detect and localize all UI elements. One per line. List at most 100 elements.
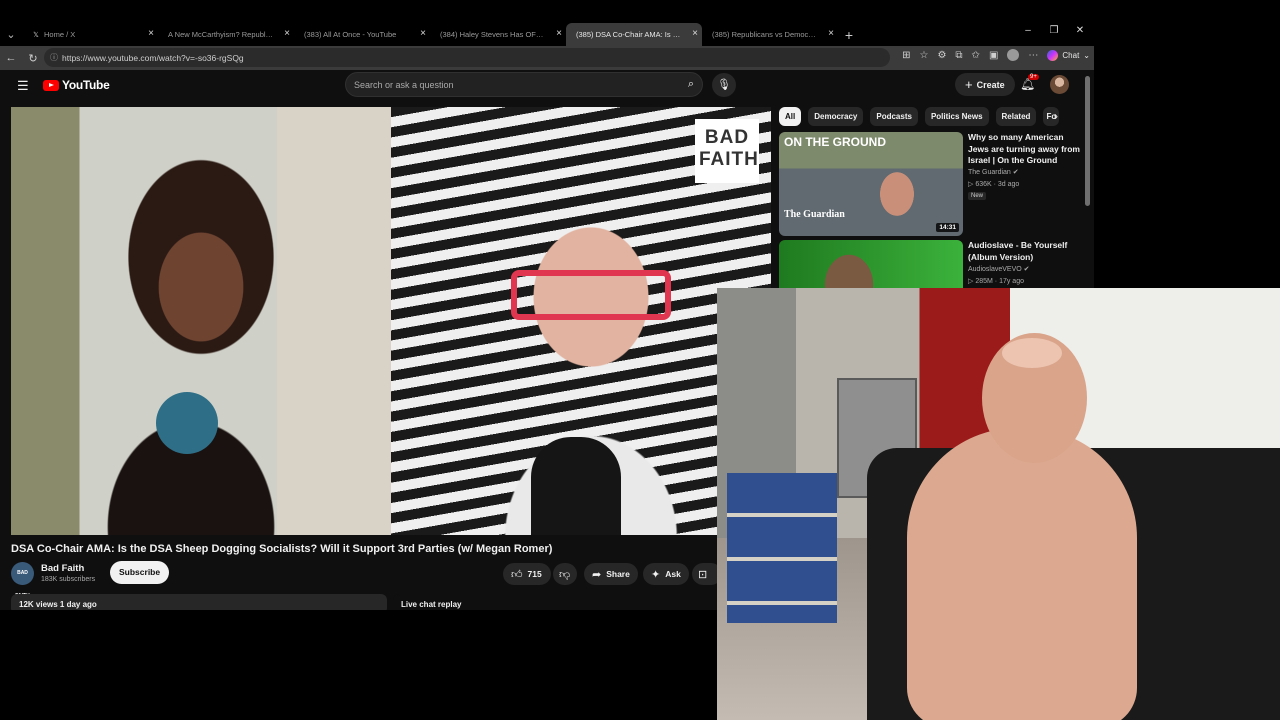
chevron-right-icon[interactable]: › [1054, 109, 1058, 123]
new-badge: New [968, 192, 987, 200]
copilot-chat-button[interactable]: Chat ⌄ [1047, 49, 1090, 61]
tab-title: Home / X [44, 30, 76, 39]
ask-button[interactable]: ✦ Ask [643, 563, 689, 585]
tab-title: (384) Haley Stevens Has OFFICIAL [440, 30, 546, 39]
tab-list-chevron-icon[interactable]: ⌄ [0, 23, 22, 46]
bookmark-icon: ⊡ [698, 568, 708, 581]
share-icon: ➦ [592, 568, 602, 581]
verified-icon: ✔ [1023, 266, 1030, 273]
reload-icon[interactable]: ↻ [22, 52, 44, 65]
url-text: https://www.youtube.com/watch?v=-so36-rg… [62, 52, 244, 63]
favorite-star-icon[interactable]: ☆ [919, 50, 928, 61]
share-label: Share [606, 569, 630, 579]
chip-podcasts[interactable]: Podcasts [870, 107, 918, 126]
account-avatar[interactable] [1050, 75, 1069, 94]
youtube-header: ☰ YouTube Search or ask a question ⌕ 🎙︎ … [0, 70, 1094, 100]
more-options-icon[interactable]: ⋯ [1028, 50, 1038, 61]
chat-label: Chat [1062, 50, 1080, 60]
tab-title: (385) Republicans vs Democrats C [712, 30, 818, 39]
bad-faith-logo: BAD FAITH [695, 119, 759, 183]
person-image [907, 428, 1137, 720]
channel-name[interactable]: Bad Faith [41, 563, 84, 574]
channel-text: AudioslaveVEVO [968, 266, 1022, 273]
new-tab-icon[interactable]: + [838, 27, 860, 43]
like-button[interactable]: 👍︎ 715 [503, 563, 551, 585]
search-placeholder: Search or ask a question [354, 79, 454, 90]
browser-tab-active[interactable]: (385) DSA Co-Chair AMA: Is the D × [566, 23, 702, 46]
menu-icon[interactable]: ☰ [17, 78, 29, 94]
create-button[interactable]: + Create [955, 73, 1015, 96]
site-info-icon[interactable]: ⓘ [50, 52, 58, 63]
recommendation-item[interactable]: ON THE GROUND The Guardian 14:31 Why so … [779, 132, 1080, 236]
recommendation-title[interactable]: Why so many American Jews are turning aw… [968, 132, 1086, 167]
video-title: DSA Co-Chair AMA: Is the DSA Sheep Doggi… [11, 543, 553, 555]
boxes-image [727, 473, 837, 623]
back-icon[interactable]: ← [0, 52, 22, 64]
meta-text: 285M · 17y ago [975, 278, 1024, 285]
close-tab-icon[interactable]: × [148, 28, 154, 39]
close-tab-icon[interactable]: × [556, 28, 562, 39]
channel-avatar[interactable]: BAD FAITH [11, 562, 34, 599]
microphone-image [531, 437, 621, 535]
youtube-logo[interactable]: YouTube [43, 78, 110, 92]
browser-toolbar: ← ↻ ⓘ https://www.youtube.com/watch?v=-s… [0, 46, 1094, 70]
tab-title: A New McCarthyism? Republicans [168, 30, 274, 39]
close-window-icon[interactable]: ✕ [1072, 25, 1088, 36]
webcam-overlay [717, 288, 1280, 720]
minimize-icon[interactable]: – [1020, 25, 1036, 36]
split-screen-icon[interactable]: ⧉ [955, 50, 962, 61]
subscribe-button[interactable]: Subscribe [110, 561, 170, 584]
dislike-button[interactable]: 👎︎ [553, 563, 577, 585]
duration-badge: 14:31 [936, 223, 959, 232]
browser-tab-bar: ⌄ 𝕏 Home / X × A New McCarthyism? Republ… [0, 23, 1094, 46]
app-available-icon[interactable]: ⊞ [902, 50, 910, 61]
close-tab-icon[interactable]: × [284, 28, 290, 39]
browser-tab[interactable]: (384) Haley Stevens Has OFFICIAL × [430, 23, 566, 46]
recommendation-title[interactable]: Audioslave - Be Yourself (Album Version) [968, 240, 1086, 263]
chip-all[interactable]: All [779, 107, 802, 126]
filter-chips: All Democracy Podcasts Politics News Rel… [779, 107, 1060, 126]
chevron-down-icon: ⌄ [1083, 50, 1090, 60]
like-count: 715 [527, 569, 542, 579]
chip-politics-news[interactable]: Politics News [924, 107, 989, 126]
browser-tab[interactable]: (383) All At Once - YouTube × [294, 23, 430, 46]
search-input[interactable]: Search or ask a question ⌕ [345, 72, 703, 97]
chip-democracy[interactable]: Democracy [808, 107, 864, 126]
meta-text: 636K · 3d ago [975, 181, 1020, 188]
play-icon: ▷ [968, 278, 974, 285]
video-player[interactable]: BAD FAITH [11, 107, 771, 535]
youtube-play-icon [43, 79, 59, 91]
tab-title: (383) All At Once - YouTube [304, 30, 397, 39]
video-thumbnail[interactable]: ON THE GROUND The Guardian 14:31 [779, 132, 963, 236]
notifications-bell-icon[interactable]: 🔔︎ 9+ [1020, 74, 1039, 91]
chip-related[interactable]: Related [995, 107, 1037, 126]
close-tab-icon[interactable]: × [828, 28, 834, 39]
voice-search-icon[interactable]: 🎙︎ [712, 73, 736, 97]
verified-icon: ✔ [1012, 169, 1019, 176]
ask-label: Ask [665, 569, 681, 579]
close-tab-icon[interactable]: × [420, 28, 426, 39]
browser-tab[interactable]: (385) Republicans vs Democrats C × [702, 23, 838, 46]
play-icon: ▷ [968, 181, 974, 188]
close-tab-icon[interactable]: × [692, 28, 698, 39]
thumbs-down-icon: 👎︎ [559, 568, 571, 581]
browser-tab[interactable]: 𝕏 Home / X × [22, 23, 158, 46]
channel-text: The Guardian [968, 169, 1011, 176]
plus-icon: + [965, 77, 973, 92]
profile-icon[interactable] [1007, 49, 1020, 61]
thumbnail-text: The Guardian [784, 209, 845, 220]
search-icon[interactable]: ⌕ [688, 78, 694, 91]
extensions-icon[interactable]: ⚙ [937, 50, 946, 61]
restore-icon[interactable]: ❐ [1046, 25, 1062, 36]
views-and-date: 12K views 1 day ago [19, 600, 97, 609]
recommendation-channel: The Guardian ✔ [968, 168, 1019, 176]
browser-tab[interactable]: A New McCarthyism? Republicans × [158, 23, 294, 46]
collections-icon[interactable]: ▣ [989, 50, 998, 61]
head-highlight [1002, 338, 1062, 368]
share-button[interactable]: ➦ Share [584, 563, 638, 585]
address-bar[interactable]: ⓘ https://www.youtube.com/watch?v=-so36-… [44, 48, 890, 67]
thumbnail-text: ON THE GROUND [784, 135, 886, 149]
copilot-icon [1047, 49, 1059, 61]
favorites-icon[interactable]: ✩ [972, 50, 980, 61]
logo-text: YouTube [62, 78, 110, 92]
